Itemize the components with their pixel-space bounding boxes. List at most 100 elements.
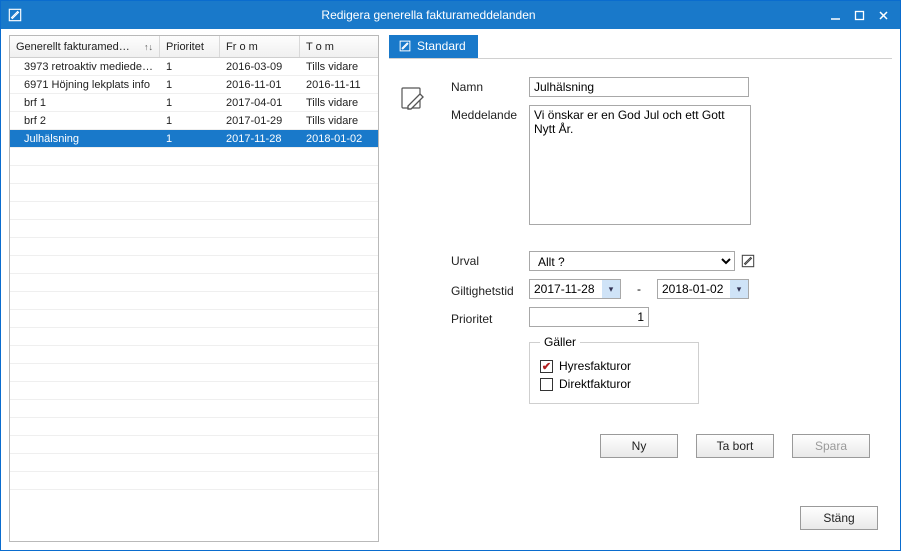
urval-edit-button[interactable]: [739, 252, 757, 270]
row-giltighetstid: Giltighetstid ▾ - ▾: [451, 279, 874, 299]
cell-name: Julhälsning: [10, 133, 160, 145]
namn-input[interactable]: [529, 77, 749, 97]
table-row: [10, 472, 378, 490]
hyresfakturor-checkbox[interactable]: ✔: [540, 360, 553, 373]
to-date-input[interactable]: [658, 282, 730, 296]
table-row: [10, 274, 378, 292]
tabort-button[interactable]: Ta bort: [696, 434, 774, 458]
label-meddelande: Meddelande: [451, 105, 529, 122]
col-header-priority[interactable]: Prioritet: [160, 36, 220, 57]
label-namn: Namn: [451, 77, 529, 94]
col-header-from-label: Fr o m: [226, 41, 258, 53]
col-header-to-label: T o m: [306, 41, 334, 53]
cell-from: 2017-11-28: [220, 133, 300, 145]
table-row[interactable]: brf 212017-01-29Tills vidare: [10, 112, 378, 130]
spara-button[interactable]: Spara: [792, 434, 870, 458]
table-body: 3973 retroaktiv mediede…12016-03-09Tills…: [10, 58, 378, 541]
form-actions: Ny Ta bort Spara: [401, 434, 874, 458]
app-window: Redigera generella fakturameddelanden Ge…: [0, 0, 901, 551]
col-header-name-label: Generellt fakturamed…: [16, 41, 130, 53]
chevron-down-icon[interactable]: ▾: [730, 280, 748, 298]
table-row[interactable]: Julhälsning12017-11-282018-01-02: [10, 130, 378, 148]
date-range-dash: -: [637, 282, 641, 296]
cell-to: Tills vidare: [300, 61, 378, 73]
col-header-to[interactable]: T o m: [300, 36, 380, 57]
direktfakturor-row[interactable]: Direktfakturor: [540, 377, 688, 391]
cell-priority: 1: [160, 133, 220, 145]
table-row: [10, 256, 378, 274]
table-row: [10, 202, 378, 220]
content-area: Generellt fakturamed… ↑↓ Prioritet Fr o …: [1, 29, 900, 550]
table-row: [10, 400, 378, 418]
stang-button[interactable]: Stäng: [800, 506, 878, 530]
tab-standard-label: Standard: [417, 39, 466, 53]
meddelande-textarea[interactable]: [529, 105, 751, 225]
table-row[interactable]: 6971 Höjning lekplats info12016-11-01201…: [10, 76, 378, 94]
cell-priority: 1: [160, 61, 220, 73]
row-galler: Gäller ✔ Hyresfakturor Direktfakturor: [529, 335, 874, 404]
from-date-picker[interactable]: ▾: [529, 279, 621, 299]
title-bar: Redigera generella fakturameddelanden: [1, 1, 900, 29]
prioritet-input[interactable]: [529, 307, 649, 327]
cell-to: Tills vidare: [300, 115, 378, 127]
table-row: [10, 436, 378, 454]
table-row[interactable]: brf 112017-04-01Tills vidare: [10, 94, 378, 112]
cell-name: brf 2: [10, 115, 160, 127]
table-row: [10, 382, 378, 400]
close-button[interactable]: [876, 8, 890, 22]
row-urval: Urval Allt ?: [451, 251, 874, 271]
hyresfakturor-label: Hyresfakturor: [559, 359, 631, 373]
form-edit-icon: [399, 83, 427, 111]
ny-button[interactable]: Ny: [600, 434, 678, 458]
col-header-from[interactable]: Fr o m: [220, 36, 300, 57]
cell-to: Tills vidare: [300, 97, 378, 109]
cell-name: 3973 retroaktiv mediede…: [10, 61, 160, 73]
table-row: [10, 328, 378, 346]
footer: Stäng: [389, 498, 892, 542]
row-namn: Namn: [451, 77, 874, 97]
edit-icon: [1, 1, 29, 29]
label-urval: Urval: [451, 251, 529, 268]
table-row: [10, 454, 378, 472]
maximize-button[interactable]: [852, 8, 866, 22]
table-row: [10, 364, 378, 382]
table-row: [10, 418, 378, 436]
from-date-input[interactable]: [530, 282, 602, 296]
col-header-name[interactable]: Generellt fakturamed… ↑↓: [10, 36, 160, 57]
cell-from: 2017-04-01: [220, 97, 300, 109]
table-row: [10, 220, 378, 238]
tab-standard[interactable]: Standard: [389, 35, 478, 58]
detail-panel: Standard Namn Meddelande: [389, 35, 892, 542]
direktfakturor-label: Direktfakturor: [559, 377, 631, 391]
cell-priority: 1: [160, 97, 220, 109]
message-list-panel: Generellt fakturamed… ↑↓ Prioritet Fr o …: [9, 35, 379, 542]
label-giltighetstid: Giltighetstid: [451, 281, 529, 298]
minimize-button[interactable]: [828, 8, 842, 22]
label-prioritet: Prioritet: [451, 309, 529, 326]
table-row: [10, 166, 378, 184]
row-meddelande: Meddelande: [451, 105, 874, 225]
table-row: [10, 148, 378, 166]
cell-from: 2017-01-29: [220, 115, 300, 127]
table-row[interactable]: 3973 retroaktiv mediede…12016-03-09Tills…: [10, 58, 378, 76]
cell-to: 2018-01-02: [300, 133, 378, 145]
to-date-picker[interactable]: ▾: [657, 279, 749, 299]
tab-bar: Standard: [389, 35, 892, 59]
galler-group: Gäller ✔ Hyresfakturor Direktfakturor: [529, 335, 699, 404]
label-galler: Gäller: [540, 335, 580, 349]
table-row: [10, 346, 378, 364]
hyresfakturor-row[interactable]: ✔ Hyresfakturor: [540, 359, 688, 373]
cell-from: 2016-11-01: [220, 79, 300, 91]
row-prioritet: Prioritet: [451, 307, 874, 327]
urval-select[interactable]: Allt ?: [529, 251, 735, 271]
cell-name: brf 1: [10, 97, 160, 109]
sort-asc-icon: ↑↓: [144, 42, 153, 52]
table-row: [10, 310, 378, 328]
cell-from: 2016-03-09: [220, 61, 300, 73]
table-row: [10, 292, 378, 310]
cell-name: 6971 Höjning lekplats info: [10, 79, 160, 91]
table-header: Generellt fakturamed… ↑↓ Prioritet Fr o …: [10, 36, 378, 58]
direktfakturor-checkbox[interactable]: [540, 378, 553, 391]
cell-priority: 1: [160, 79, 220, 91]
chevron-down-icon[interactable]: ▾: [602, 280, 620, 298]
